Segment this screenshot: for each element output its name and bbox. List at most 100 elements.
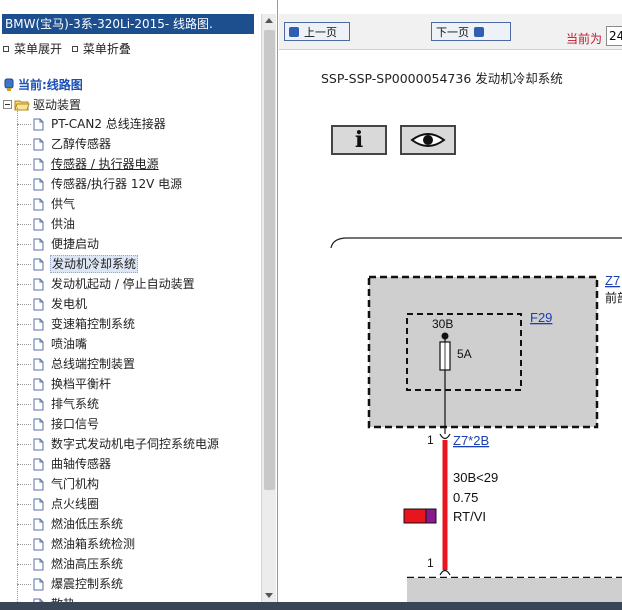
tree-item-label: 供气 — [51, 197, 76, 211]
document-icon — [33, 198, 44, 210]
tree-item[interactable]: 换档平衡杆 — [17, 374, 257, 394]
tree-connector-line — [17, 523, 31, 525]
tree-connector-line — [17, 343, 31, 345]
tree-connector-line — [17, 163, 31, 165]
document-icon — [33, 518, 44, 530]
prev-page-button[interactable]: 上一页 — [284, 22, 350, 41]
tree-connector-line — [17, 543, 31, 545]
window-bottom-edge — [0, 602, 622, 610]
tree-item[interactable]: 总线端控制装置 — [17, 354, 257, 374]
tree-item-label: 发电机 — [51, 297, 88, 311]
document-icon — [33, 118, 44, 130]
tree-item[interactable]: 爆震控制系统 — [17, 574, 257, 594]
tree-item-label: 燃油箱系统检测 — [51, 537, 136, 551]
tree-item[interactable]: PT-CAN2 总线连接器 — [17, 114, 257, 134]
pin-bottom-symbol — [439, 569, 451, 576]
tree-item[interactable]: 传感器 / 执行器电源 — [17, 154, 257, 174]
tree-item[interactable]: 供油 — [17, 214, 257, 234]
tree-item[interactable]: 传感器/执行器 12V 电源 — [17, 174, 257, 194]
scrollbar-thumb[interactable] — [264, 30, 275, 490]
menu-collapse-button[interactable]: 菜单折叠 — [71, 40, 131, 57]
tree-item[interactable]: 发电机 — [17, 294, 257, 314]
document-icon — [33, 298, 44, 310]
next-page-button[interactable]: 下一页 — [431, 22, 511, 41]
current-page-input[interactable] — [606, 26, 622, 46]
pin-top-number: 1 — [427, 433, 434, 447]
tree-connector-line — [17, 403, 31, 405]
document-icon — [33, 178, 44, 190]
connector-link[interactable]: Z7*2B — [453, 433, 489, 448]
tree-scrollbar[interactable] — [261, 14, 276, 602]
tree-connector-line — [17, 503, 31, 505]
tree-item[interactable]: 燃油高压系统 — [17, 554, 257, 574]
document-icon — [33, 218, 44, 230]
fuse-id-link[interactable]: F29 — [530, 310, 552, 325]
tree-item[interactable]: 燃油箱系统检测 — [17, 534, 257, 554]
fuse-terminal-label: 30B — [432, 317, 453, 331]
tree-connector-line — [17, 183, 31, 185]
tree-connector-line — [17, 583, 31, 585]
tree-item[interactable]: 喷油嘴 — [17, 334, 257, 354]
tree-item[interactable]: 点火线圈 — [17, 494, 257, 514]
tree-item-label: 排气系统 — [51, 397, 100, 411]
tree-item[interactable]: 发动机冷却系统 — [17, 254, 257, 274]
tree-item[interactable]: 发动机起动 / 停止自动装置 — [17, 274, 257, 294]
component-block — [367, 275, 599, 429]
info-button[interactable]: i — [331, 125, 387, 155]
tree-item[interactable]: 数字式发动机电子伺控系统电源 — [17, 434, 257, 454]
tree-item[interactable]: 燃油低压系统 — [17, 514, 257, 534]
document-icon — [33, 478, 44, 490]
tree-item[interactable]: 变速箱控制系统 — [17, 314, 257, 334]
tree-item-label: 发动机冷却系统 — [50, 255, 139, 273]
pin-bottom-number: 1 — [427, 556, 434, 570]
tree-item-label: 接口信号 — [51, 417, 100, 431]
tree-connector-line — [17, 243, 31, 245]
menu-expand-label: 菜单展开 — [14, 42, 63, 56]
menu-collapse-label: 菜单折叠 — [82, 42, 131, 56]
current-location[interactable]: 当前:线路图 — [3, 76, 83, 93]
arrow-right-icon — [474, 26, 484, 37]
pin-top-symbol — [439, 433, 451, 440]
tree-item-label: 数字式发动机电子伺控系统电源 — [51, 437, 220, 451]
tree-item[interactable]: 曲轴传感器 — [17, 454, 257, 474]
tree-folder-label: 驱动装置 — [33, 98, 82, 112]
document-icon — [33, 438, 44, 450]
scroll-down-icon[interactable] — [265, 593, 273, 598]
connector-top-note: 前部 — [605, 290, 622, 305]
document-icon — [33, 338, 44, 350]
document-icon — [33, 538, 44, 550]
document-icon — [33, 318, 44, 330]
tree-item[interactable]: 乙醇传感器 — [17, 134, 257, 154]
document-icon — [33, 358, 44, 370]
menu-expand-button[interactable]: 菜单展开 — [3, 40, 62, 57]
tree-item-label: 变速箱控制系统 — [51, 317, 136, 331]
document-pane: 上一页 下一页 当前为 SSP-SSP-SP0000054736 发动机冷却系统… — [279, 0, 622, 602]
prev-page-label: 上一页 — [304, 25, 337, 39]
tree-item[interactable]: 便捷启动 — [17, 234, 257, 254]
tree-item[interactable]: 供气 — [17, 194, 257, 214]
tree-item[interactable]: 气门机构 — [17, 474, 257, 494]
connector-top-link[interactable]: Z7 — [605, 273, 620, 288]
tree-connector-line — [17, 563, 31, 565]
document-icon — [33, 238, 44, 250]
tree-item-label: 换档平衡杆 — [51, 377, 112, 391]
tree-connector-line — [17, 383, 31, 385]
wire-color-swatch-primary — [403, 508, 427, 524]
tree-list: PT-CAN2 总线连接器 乙醇传感器 传感器 / 执行器电源 传感器/执行器 12V… — [17, 114, 257, 610]
tree-connector-line — [17, 223, 31, 225]
lower-component — [407, 578, 622, 602]
scroll-up-icon[interactable] — [265, 18, 273, 23]
tree-folder-drive[interactable]: 驱动装置 — [3, 96, 81, 113]
tree-item[interactable]: 接口信号 — [17, 414, 257, 434]
menu-options: 菜单展开 菜单折叠 — [3, 40, 137, 57]
document-icon — [33, 278, 44, 290]
tree-item[interactable]: 排气系统 — [17, 394, 257, 414]
wire-color-code-label: RT/VI — [453, 509, 486, 524]
document-icon — [33, 158, 44, 170]
document-icon — [33, 138, 44, 150]
document-icon — [33, 378, 44, 390]
current-location-label: 当前:线路图 — [18, 78, 83, 92]
view-button[interactable] — [400, 125, 456, 155]
tree-connector-line — [17, 363, 31, 365]
collapse-toggle-icon[interactable] — [3, 100, 12, 109]
